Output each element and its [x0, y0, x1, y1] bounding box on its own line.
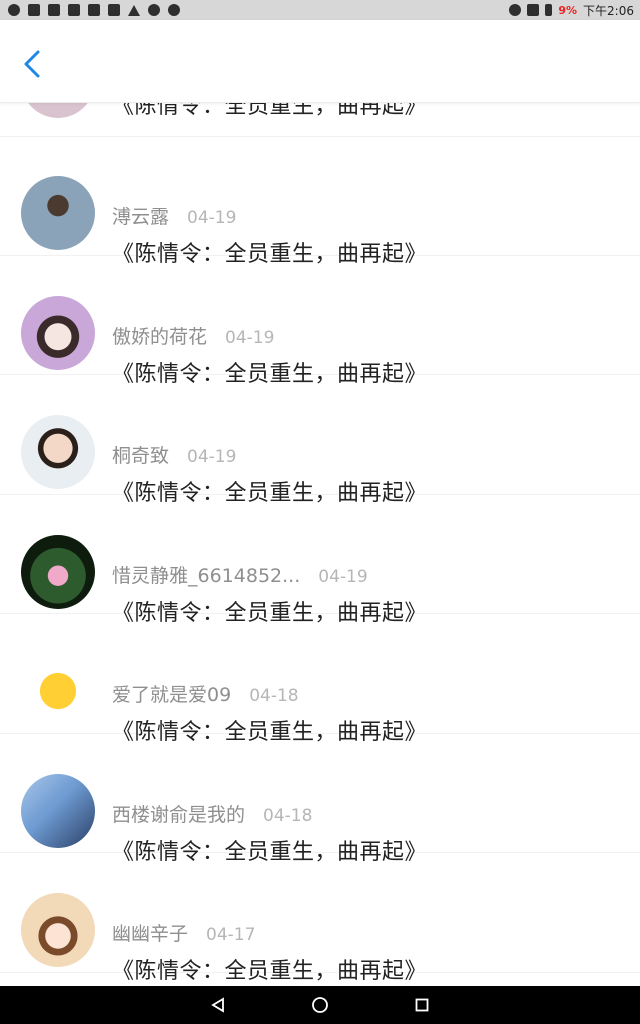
list-item[interactable]: 傲娇的荷花 04-19 《陈情令：全员重生，曲再起》	[0, 256, 640, 387]
back-chevron-icon	[24, 50, 40, 78]
list-item[interactable]: 幽幽辛子 04-17 《陈情令：全员重生，曲再起》	[0, 853, 640, 984]
post-date: 04-18	[263, 805, 313, 826]
post-date: 04-19	[225, 327, 275, 348]
circle-home-icon	[312, 997, 328, 1013]
comment-list: 《陈情令：全员重生，曲再起》 溥云露 04-19 《陈情令：全员重生，曲再起》 …	[0, 100, 640, 986]
battery-percent: 9%	[558, 3, 578, 17]
user-name: 幽幽辛子	[112, 923, 189, 945]
weibo-icon	[168, 4, 180, 16]
back-button[interactable]	[16, 46, 52, 82]
user-name: 桐奇致	[112, 445, 170, 467]
avatar	[21, 773, 95, 848]
list-item[interactable]: 西楼谢俞是我的 04-18 《陈情令：全员重生，曲再起》	[0, 734, 640, 865]
triangle-back-icon	[211, 997, 224, 1013]
list-item[interactable]: 惜灵静雅_6614852... 04-19 《陈情令：全员重生，曲再起》	[0, 495, 640, 626]
avatar	[21, 893, 95, 967]
nav-home-button[interactable]	[309, 994, 331, 1016]
app-notification-icon	[8, 4, 20, 16]
user-name: 西楼谢俞是我的	[112, 803, 246, 826]
user-name: 傲娇的荷花	[112, 325, 208, 348]
post-date: 04-19	[318, 566, 368, 587]
avatar	[21, 654, 95, 728]
user-name: 惜灵静雅_6614852...	[112, 564, 301, 587]
user-name: 溥云露	[112, 206, 170, 228]
clock: 下午2:06	[583, 3, 634, 18]
post-date: 04-19	[187, 208, 237, 228]
avatar	[21, 534, 95, 609]
app-icon	[88, 4, 100, 16]
app-icon	[108, 4, 120, 16]
post-date: 04-17	[206, 925, 256, 945]
user-name: 爱了就是爱09	[112, 684, 232, 706]
post-date: 04-18	[249, 686, 299, 706]
avatar	[21, 415, 95, 489]
list-item[interactable]: 桐奇致 04-19 《陈情令：全员重生，曲再起》	[0, 375, 640, 506]
notification-icons	[0, 4, 180, 16]
list-rows: 溥云露 04-19 《陈情令：全员重生，曲再起》 傲娇的荷花 04-19 《陈情…	[0, 136, 640, 984]
item-title: 《陈情令：全员重生，曲再起》	[112, 959, 428, 984]
system-status: 9% 下午2:06	[509, 2, 640, 19]
top-app-bar	[0, 20, 640, 103]
wifi-icon	[527, 4, 540, 16]
status-bar: 9% 下午2:06	[0, 0, 640, 20]
circle-icon	[148, 4, 160, 16]
warning-icon	[128, 4, 140, 16]
sim-icon	[28, 4, 40, 16]
post-date: 04-19	[187, 447, 237, 467]
image-icon	[68, 4, 80, 16]
battery-icon	[545, 4, 553, 16]
list-item[interactable]: 溥云露 04-19 《陈情令：全员重生，曲再起》	[0, 136, 640, 267]
avatar	[21, 176, 95, 250]
item-title: 《陈情令：全员重生，曲再起》	[112, 100, 428, 119]
do-not-disturb-icon	[509, 4, 522, 16]
square-recents-icon	[415, 998, 429, 1012]
system-nav-bar	[0, 986, 640, 1024]
nav-recents-button[interactable]	[411, 994, 433, 1016]
chat-icon	[48, 4, 60, 16]
avatar	[21, 295, 95, 370]
list-item[interactable]: 《陈情令：全员重生，曲再起》	[0, 100, 640, 137]
list-item[interactable]: 爱了就是爱09 04-18 《陈情令：全员重生，曲再起》	[0, 614, 640, 745]
nav-back-button[interactable]	[207, 994, 229, 1016]
